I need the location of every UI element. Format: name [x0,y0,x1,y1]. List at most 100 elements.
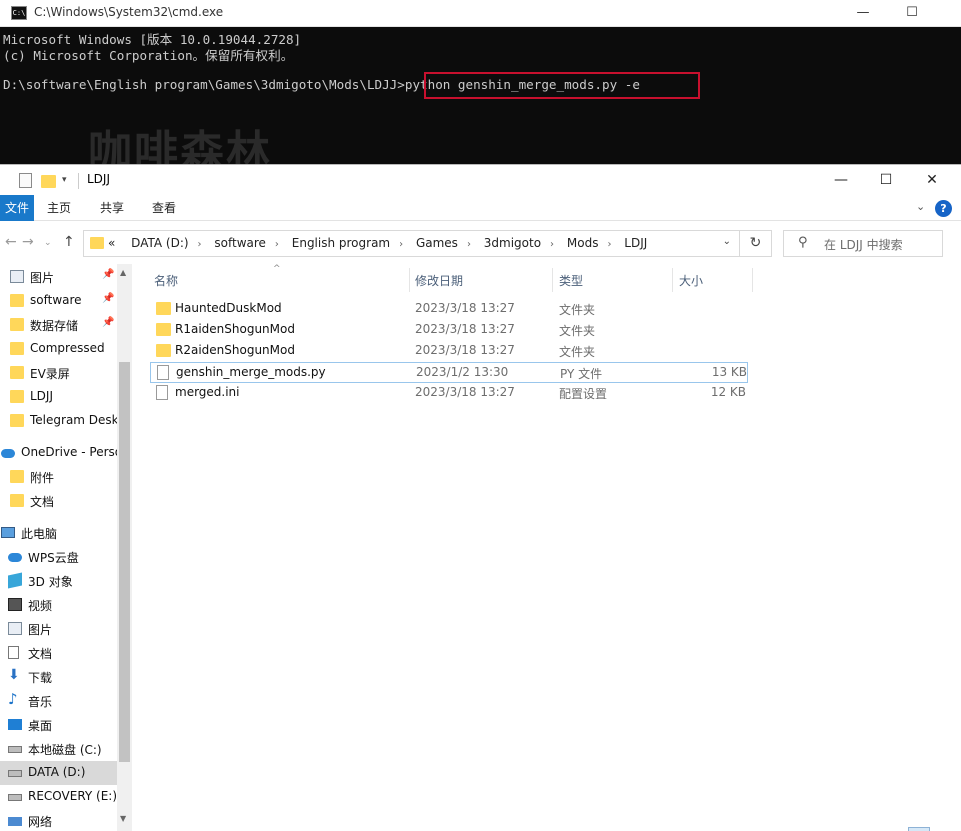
breadcrumb-software[interactable]: software [214,236,266,250]
scroll-down-arrow-icon[interactable]: ▼ [120,814,126,823]
folder-icon [10,494,24,507]
recent-locations-chevron-icon[interactable]: ⌄ [44,238,52,248]
sidebar-item[interactable]: 网络 [0,809,117,831]
file-name: R2aidenShogunMod [175,343,295,357]
folder-icon [156,323,171,336]
explorer-maximize-button[interactable]: ☐ [863,165,909,195]
scroll-up-arrow-icon[interactable]: ▲ [120,268,126,277]
sidebar-item[interactable]: 附件 [0,465,117,489]
chevron-right-icon: › [607,239,612,250]
up-arrow-icon[interactable]: ↑ [63,234,75,250]
breadcrumb-games[interactable]: Games [416,236,458,250]
cmd-minimize-button[interactable]: — [840,0,886,27]
sidebar-item[interactable]: 数据存储 📌 [0,313,117,337]
nav-scroll-thumb[interactable] [119,362,130,762]
cmd-titlebar[interactable]: C:\ C:\Windows\System32\cmd.exe — ☐ [0,0,961,27]
sidebar-item[interactable]: Telegram Desk [0,409,117,433]
properties-icon[interactable] [19,173,32,188]
back-arrow-icon[interactable]: ← [5,234,17,250]
sidebar-item[interactable]: 文档 [0,489,117,513]
new-folder-icon[interactable] [41,175,56,188]
explorer-close-button[interactable]: ✕ [909,165,955,195]
file-row[interactable]: R1aidenShogunMod 2023/3/18 13:27 文件夹 [150,320,748,341]
explorer-titlebar[interactable]: ▾ LDJJ — ☐ ✕ [0,165,961,195]
column-header-type[interactable]: 类型 [559,272,583,289]
column-divider[interactable] [409,268,410,292]
cmd-console[interactable]: 咖啡森林 Microsoft Windows [版本 10.0.19044.27… [0,28,961,178]
refresh-icon[interactable]: ↻ [740,230,772,257]
sidebar-item[interactable]: DATA (D:) [0,761,117,785]
address-folder-icon [90,237,104,249]
sidebar-item[interactable]: 图片 📌 [0,265,117,289]
forward-arrow-icon[interactable]: → [22,234,34,250]
sidebar-item-label: OneDrive - Perso [21,445,117,459]
file-row[interactable]: HauntedDuskMod 2023/3/18 13:27 文件夹 [150,299,748,320]
breadcrumb-3dmigoto[interactable]: 3dmigoto [484,236,541,250]
chevron-right-icon: › [466,239,471,250]
sidebar-item-label: LDJJ [30,389,54,403]
sidebar-item[interactable]: 文档 [0,641,117,665]
file-size: 12 KB [710,385,746,399]
explorer-minimize-button[interactable]: — [818,165,864,195]
drive-icon [8,770,22,777]
address-history-chevron-icon[interactable]: ⌄ [723,236,731,247]
tab-share[interactable]: 共享 [100,195,124,221]
sidebar-item[interactable]: RECOVERY (E:) [0,785,117,809]
file-name: R1aidenShogunMod [175,322,295,336]
sidebar-item[interactable]: OneDrive - Perso [0,441,117,465]
sidebar-item-label: 图片 [30,271,55,285]
tab-home[interactable]: 主页 [47,195,71,221]
sidebar-item-label: 文档 [28,647,53,661]
breadcrumb-mods[interactable]: Mods [567,236,599,250]
help-icon[interactable]: ? [935,200,952,217]
file-row[interactable]: genshin_merge_mods.py 2023/1/2 13:30 PY 文件… [150,362,748,383]
pin-icon: 📌 [102,269,115,280]
sidebar-item[interactable]: software 📌 [0,289,117,313]
column-divider[interactable] [752,268,753,292]
tab-view[interactable]: 查看 [152,195,176,221]
sidebar-item[interactable]: EV录屏 [0,361,117,385]
file-row[interactable]: R2aidenShogunMod 2023/3/18 13:27 文件夹 [150,341,748,362]
search-input[interactable]: ⚲ 在 LDJJ 中搜索 [783,230,943,257]
wps-cloud-icon [8,553,22,562]
nav-scrollbar[interactable]: ▲ ▼ [117,264,132,831]
tab-file[interactable]: 文件 [0,195,34,221]
breadcrumb-overflow[interactable]: « [108,236,115,250]
file-date: 2023/3/18 13:27 [415,301,515,315]
breadcrumb-data-drive[interactable]: DATA (D:) [131,236,188,250]
search-icon: ⚲ [798,235,808,250]
sidebar-item-label: 数据存储 [30,319,79,333]
sidebar-item-label: Compressed [30,341,105,355]
column-divider[interactable] [672,268,673,292]
column-divider[interactable] [552,268,553,292]
sidebar-item[interactable]: LDJJ [0,385,117,409]
sidebar-item[interactable]: 此电脑 [0,521,117,545]
sidebar-item-label: 3D 对象 [28,575,73,589]
quick-access-dropdown-icon[interactable]: ▾ [62,175,67,185]
folder-icon [10,294,24,307]
onedrive-icon [1,449,15,458]
column-header-name[interactable]: 名称 [154,272,178,289]
sidebar-item[interactable]: 本地磁盘 (C:) [0,737,117,761]
cmd-maximize-button[interactable]: ☐ [889,0,935,27]
breadcrumb-english-program[interactable]: English program [292,236,390,250]
sidebar-item[interactable]: 视频 [0,593,117,617]
sidebar-item[interactable]: Compressed [0,337,117,361]
ribbon-expand-chevron-icon[interactable]: ⌄ [916,200,925,213]
sidebar-item[interactable]: 图片 [0,617,117,641]
column-header-date[interactable]: 修改日期 [415,272,463,289]
sidebar-item[interactable]: ⬇ 下载 [0,665,117,689]
folder-icon [10,318,24,331]
sidebar-item[interactable]: ♪ 音乐 [0,689,117,713]
column-header-size[interactable]: 大小 [679,272,703,289]
sidebar-item[interactable]: 桌面 [0,713,117,737]
file-list: ^ 名称 修改日期 类型 大小 HauntedDuskMod 2023/3/18 … [132,264,961,831]
sidebar-item[interactable]: 3D 对象 [0,569,117,593]
breadcrumb-ldjj[interactable]: LDJJ [624,236,647,250]
file-row[interactable]: merged.ini 2023/3/18 13:27 配置设置 12 KB [150,383,748,404]
file-date: 2023/3/18 13:27 [415,385,515,399]
horizontal-scroll-thumb[interactable] [908,827,930,831]
sidebar-item-label: 桌面 [28,719,53,733]
sidebar-item[interactable]: WPS云盘 [0,545,117,569]
address-bar[interactable]: « DATA (D:) › software › English program › … [83,230,740,257]
